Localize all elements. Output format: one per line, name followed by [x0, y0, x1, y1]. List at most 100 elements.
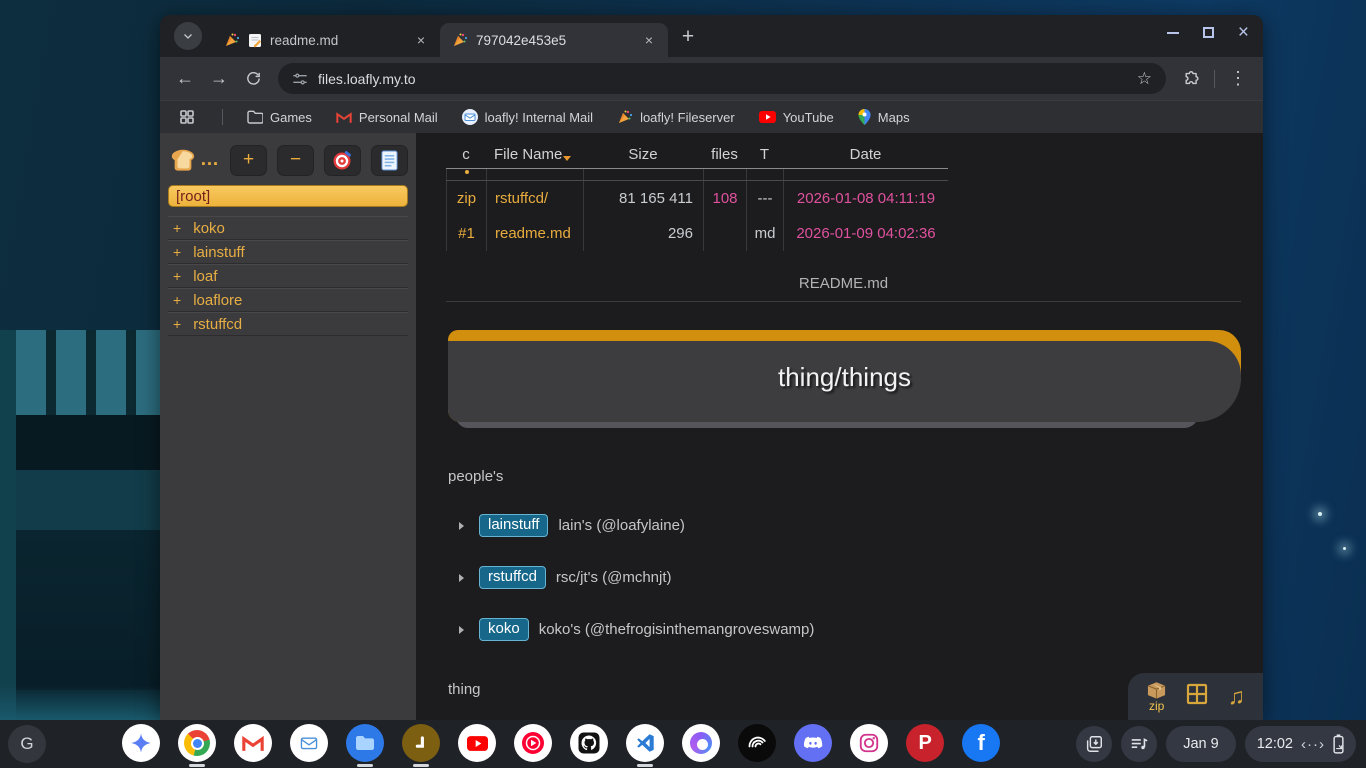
readme-viewer: README.md thing/things people's lainstuf…: [446, 275, 1241, 720]
notes-button[interactable]: [371, 145, 408, 176]
col-header-label: File Name: [494, 146, 562, 163]
browser-window: readme.md × 797042e453e5 × + × ← →: [160, 15, 1263, 720]
status-pill[interactable]: 12:02 ‹··›: [1245, 726, 1356, 762]
add-button[interactable]: +: [230, 145, 267, 176]
back-button[interactable]: ←: [170, 64, 200, 94]
shelf-app-discord[interactable]: [794, 724, 832, 762]
tree-root-selected[interactable]: [root]: [168, 185, 408, 207]
shelf-app-chrome[interactable]: [178, 724, 216, 767]
tab-active[interactable]: 797042e453e5 ×: [440, 23, 668, 57]
col-header-size[interactable]: Size: [583, 141, 703, 168]
bookmark-maps[interactable]: Maps: [858, 109, 910, 125]
shelf-app-facebook[interactable]: f: [962, 724, 1000, 762]
zip-download-button[interactable]: zip: [1146, 681, 1167, 712]
new-tab-button[interactable]: +: [674, 23, 702, 51]
dev-mode-icon: ‹··›: [1301, 736, 1325, 753]
shelf-app-pinterest[interactable]: P: [906, 724, 944, 762]
target-button[interactable]: [324, 145, 361, 176]
link-badge-rstuffcd[interactable]: rstuffcd: [479, 566, 546, 589]
expand-icon[interactable]: +: [173, 316, 181, 332]
expand-icon[interactable]: +: [173, 292, 181, 308]
link-badge-lainstuff[interactable]: lainstuff: [479, 514, 548, 537]
minimize-button[interactable]: [1167, 32, 1179, 34]
date-pill[interactable]: Jan 9: [1166, 726, 1235, 762]
media-queue-button[interactable]: [1121, 726, 1157, 762]
expand-icon[interactable]: +: [173, 268, 181, 284]
col-header-type[interactable]: T: [746, 141, 783, 168]
col-header-filename[interactable]: File Name: [486, 141, 583, 168]
address-bar[interactable]: files.loafly.my.to ☆: [278, 63, 1166, 94]
extensions-button[interactable]: [1176, 64, 1206, 94]
tree-item-loaf[interactable]: + loaf: [168, 264, 408, 288]
tab-close-icon[interactable]: ×: [640, 31, 658, 49]
shelf-app-github[interactable]: [570, 724, 608, 762]
col-header-date[interactable]: Date: [783, 141, 948, 168]
table-row-rstuffcd[interactable]: zip rstuffcd/ 81 165 411 108 --- 2026-01…: [446, 181, 948, 216]
shelf-app-youtube-music[interactable]: [514, 724, 552, 762]
screen-capture-button[interactable]: [1076, 726, 1112, 762]
shelf-app-youtube[interactable]: [458, 724, 496, 762]
party-popper-icon: [617, 109, 633, 125]
reload-button[interactable]: [238, 64, 268, 94]
bookmark-personal-mail[interactable]: Personal Mail: [336, 110, 438, 125]
cell-filename[interactable]: readme.md: [486, 216, 583, 251]
shelf-app-clock[interactable]: [402, 724, 440, 767]
shelf-app-internal-mail[interactable]: [290, 724, 328, 762]
running-indicator: [357, 764, 373, 767]
bookmark-star-icon[interactable]: ☆: [1137, 69, 1152, 89]
shelf-app-files[interactable]: [346, 724, 384, 767]
launcher-button[interactable]: G: [8, 725, 46, 763]
music-note-icon[interactable]: ♫: [1228, 685, 1245, 708]
cell-size: 296: [583, 216, 703, 251]
shelf-app-gemini[interactable]: [122, 724, 160, 762]
tab-readme[interactable]: readme.md ×: [212, 23, 440, 57]
partial-cell: [583, 169, 703, 180]
capture-icon: [1084, 734, 1104, 754]
cell-download-num[interactable]: #1: [446, 216, 486, 251]
bookmark-games[interactable]: Games: [247, 110, 312, 125]
shelf-app-instagram[interactable]: [850, 724, 888, 762]
menu-button[interactable]: ⋮: [1223, 64, 1253, 94]
mail-icon: [462, 109, 478, 125]
cell-download-zip[interactable]: zip: [446, 181, 486, 216]
site-brand: …: [168, 147, 220, 173]
tab-close-icon[interactable]: ×: [412, 31, 430, 49]
maximize-button[interactable]: [1203, 27, 1214, 38]
grid-view-button[interactable]: [1185, 682, 1209, 711]
shelf-app-gmail[interactable]: [234, 724, 272, 762]
bullet-icon: [459, 574, 464, 582]
remove-button[interactable]: −: [277, 145, 314, 176]
tab-search-button[interactable]: [174, 22, 202, 50]
bookmark-fileserver[interactable]: loafly! Fileserver: [617, 109, 735, 125]
bookmark-internal-mail[interactable]: loafly! Internal Mail: [462, 109, 593, 125]
shelf-apps: P f: [122, 721, 1000, 767]
expand-icon[interactable]: +: [173, 220, 181, 236]
close-window-button[interactable]: ×: [1238, 27, 1249, 38]
site-settings-icon[interactable]: [292, 71, 308, 87]
tree-item-koko[interactable]: + koko: [168, 216, 408, 240]
tree-item-lainstuff[interactable]: + lainstuff: [168, 240, 408, 264]
shelf-app-vscode[interactable]: [626, 724, 664, 767]
table-row-readme[interactable]: #1 readme.md 296 md 2026-01-09 04:02:36: [446, 216, 948, 251]
folder-tree: + koko + lainstuff + loaf + loaflore: [168, 216, 408, 336]
apps-grid-button[interactable]: [176, 102, 198, 132]
forward-button[interactable]: →: [204, 64, 234, 94]
list-item: lainstuff lain's (@loafylaine): [448, 514, 1241, 537]
youtube-icon: [759, 111, 776, 123]
col-header-c[interactable]: c: [446, 141, 486, 168]
puzzle-icon: [1183, 70, 1200, 87]
link-badge-koko[interactable]: koko: [479, 618, 529, 641]
cell-filename[interactable]: rstuffcd/: [486, 181, 583, 216]
expand-icon[interactable]: +: [173, 244, 181, 260]
shelf-app-arcs[interactable]: [738, 724, 776, 762]
list-item-text: koko's (@thefrogisinthemangroveswamp): [539, 621, 815, 638]
readme-divider: [446, 301, 1241, 302]
mail-icon: [298, 732, 320, 754]
tree-item-loaflore[interactable]: + loaflore: [168, 288, 408, 312]
gmail-icon: [242, 735, 264, 752]
tree-item-rstuffcd[interactable]: + rstuffcd: [168, 312, 408, 336]
bookmark-youtube[interactable]: YouTube: [759, 110, 834, 125]
col-header-files[interactable]: files: [703, 141, 746, 168]
shelf-app-loop[interactable]: [682, 724, 720, 762]
tree-item-label: koko: [193, 220, 225, 237]
